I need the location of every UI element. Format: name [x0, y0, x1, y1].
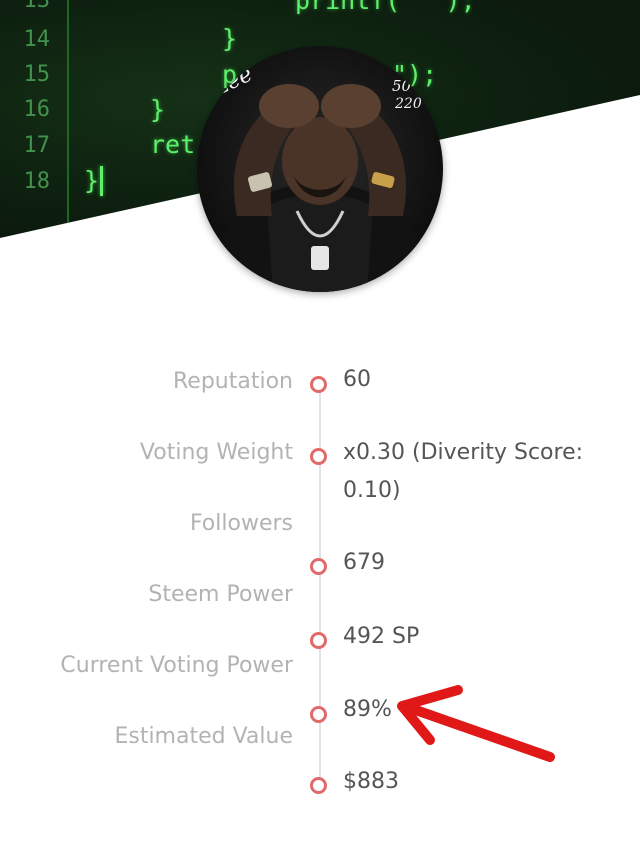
code-line: printf(" "); [295, 0, 476, 15]
gutter-divider [67, 0, 69, 238]
timeline-dot [310, 558, 327, 575]
red-arrow-icon [397, 685, 555, 762]
profile-photo-icon: Lee 50 220 [197, 46, 443, 292]
line-number: 17 [23, 133, 51, 158]
line-number: 14 [23, 27, 51, 52]
code-line: } [150, 95, 166, 124]
timeline-line [319, 383, 321, 788]
stat-value-voting-weight-cont: 0.10) [343, 478, 401, 503]
code-line: } [84, 166, 100, 195]
timeline-dot [310, 448, 327, 465]
stat-value-voting-weight: x0.30 (Diverity Score: [343, 440, 584, 465]
timeline-dot [310, 706, 327, 723]
line-number: 18 [23, 169, 51, 194]
stat-value-followers: 679 [343, 550, 385, 575]
stat-value-reputation: 60 [343, 367, 371, 392]
timeline-dot [310, 376, 327, 393]
timeline-dot [310, 632, 327, 649]
stat-label-estimated-value: Estimated Value [114, 724, 293, 749]
autograph: 220 [394, 96, 422, 112]
code-line: ret [150, 130, 196, 159]
timeline-dot [310, 777, 327, 794]
stat-label-current-voting-power: Current Voting Power [60, 653, 293, 678]
profile-avatar[interactable]: Lee 50 220 [197, 46, 443, 292]
stat-label-reputation: Reputation [173, 369, 293, 394]
line-number: 13 [23, 0, 51, 13]
stat-label-steem-power: Steem Power [148, 582, 293, 607]
code-line: } [222, 24, 238, 53]
line-number: 16 [23, 97, 51, 122]
stat-value-steem-power: 492 SP [343, 624, 420, 649]
text-cursor [100, 166, 103, 196]
stat-label-voting-weight: Voting Weight [139, 440, 293, 465]
line-number: 15 [23, 62, 51, 87]
stat-label-followers: Followers [189, 511, 293, 536]
